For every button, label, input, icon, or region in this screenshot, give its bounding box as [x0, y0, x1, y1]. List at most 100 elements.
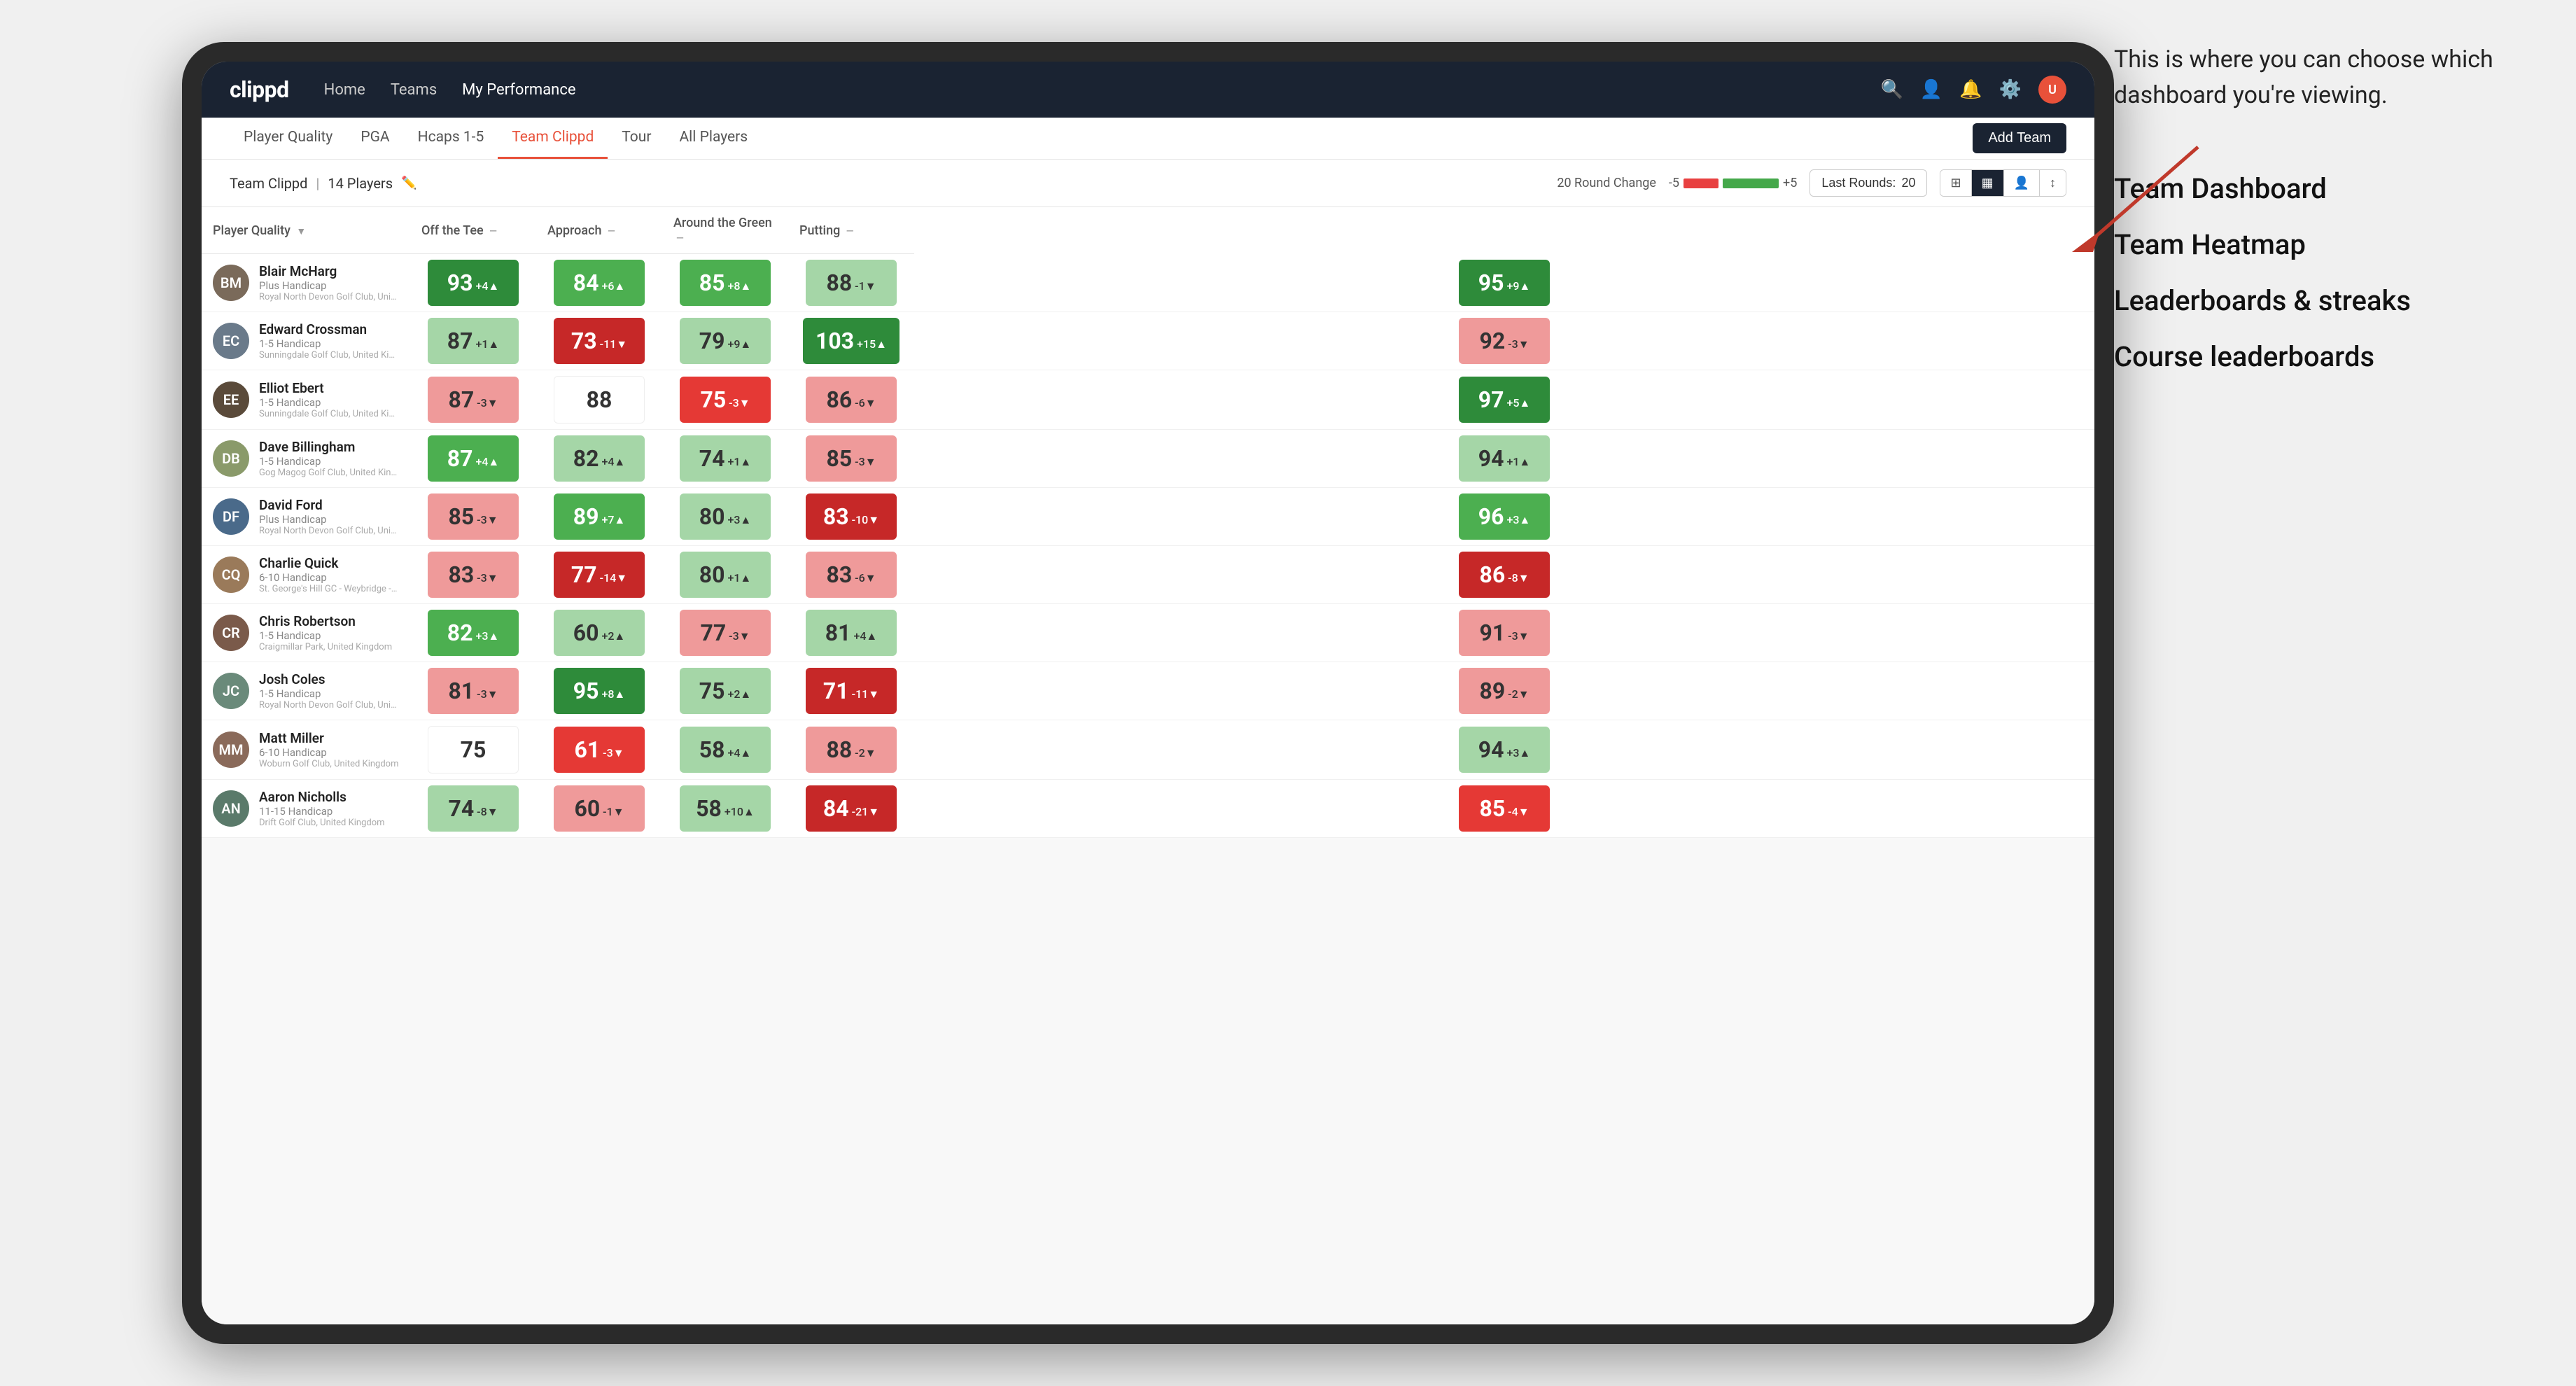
- bar-negative: [1684, 178, 1718, 188]
- stat-off-tee: 60 -1▼: [536, 780, 662, 838]
- table-row[interactable]: EC Edward Crossman 1-5 Handicap Sunningd…: [202, 312, 2094, 370]
- logo: clippd: [230, 76, 289, 103]
- stat-change: -10▼: [852, 513, 879, 530]
- stat-value: 58: [696, 795, 722, 822]
- bell-icon[interactable]: 🔔: [1959, 79, 1982, 100]
- stat-player-quality: 82 +3▲: [410, 604, 536, 662]
- tab-pgat-players[interactable]: Player Quality: [230, 118, 346, 159]
- tab-team-clippd[interactable]: Team Clippd: [498, 118, 608, 159]
- stat-box: 81 -3▼: [428, 668, 519, 714]
- stat-box: 84 +6▲: [554, 260, 645, 306]
- player-club: Sunningdale Golf Club, United Kingdom: [259, 350, 399, 360]
- table-row[interactable]: CQ Charlie Quick 6-10 Handicap St. Georg…: [202, 546, 2094, 604]
- stat-change: -1▼: [855, 279, 876, 296]
- stat-change: +9▲: [1506, 279, 1530, 296]
- last-rounds-label: Last Rounds:: [1821, 176, 1896, 190]
- tab-all-players[interactable]: All Players: [665, 118, 762, 159]
- stat-value: 95: [573, 678, 599, 704]
- last-rounds-button[interactable]: Last Rounds: 20: [1809, 169, 1927, 197]
- stat-box: 89 +7▲: [554, 493, 645, 540]
- main-content: Player Quality ▼ Off the Tee — Approach …: [202, 207, 2094, 1324]
- stat-box: 60 -1▼: [554, 785, 645, 832]
- avatar[interactable]: U: [2038, 76, 2066, 104]
- view-person-btn[interactable]: 👤: [2004, 170, 2040, 196]
- stat-player-quality: 93 +4▲: [410, 254, 536, 312]
- stat-box: 75 -3▼: [680, 377, 771, 423]
- option-leaderboards[interactable]: Leaderboards & streaks: [2114, 281, 2534, 321]
- stat-box: 81 +4▲: [806, 610, 897, 656]
- view-heatmap-btn[interactable]: ▦: [1972, 170, 2004, 196]
- tab-pga[interactable]: PGA: [346, 118, 403, 159]
- table-row[interactable]: AN Aaron Nicholls 11-15 Handicap Drift G…: [202, 780, 2094, 838]
- stat-box: 85 -4▼: [1459, 785, 1550, 832]
- stat-player-quality: 85 -3▼: [410, 488, 536, 546]
- stat-box: 94 +3▲: [1459, 727, 1550, 773]
- stat-box: 77 -3▼: [680, 610, 771, 656]
- nav-teams[interactable]: Teams: [391, 81, 437, 99]
- stat-around-green: 88 -2▼: [788, 720, 914, 780]
- table-row[interactable]: MM Matt Miller 6-10 Handicap Woburn Golf…: [202, 720, 2094, 780]
- player-name: Aaron Nicholls: [259, 789, 399, 805]
- add-team-button[interactable]: Add Team: [1973, 123, 2066, 153]
- stat-change: -14▼: [600, 571, 627, 588]
- col-header-putting: Putting —: [788, 207, 914, 254]
- stat-value: 93: [447, 270, 473, 296]
- stat-change: +4▲: [601, 455, 625, 472]
- table-row[interactable]: DB Dave Billingham 1-5 Handicap Gog Mago…: [202, 430, 2094, 488]
- stat-value: 86: [1479, 561, 1505, 588]
- stat-value: 82: [447, 620, 473, 646]
- nav-my-performance[interactable]: My Performance: [462, 81, 575, 99]
- table-row[interactable]: JC Josh Coles 1-5 Handicap Royal North D…: [202, 662, 2094, 720]
- settings-icon[interactable]: ⚙️: [1999, 79, 2022, 100]
- stat-change: -3▼: [1508, 337, 1529, 354]
- player-handicap: 6-10 Handicap: [259, 571, 399, 584]
- table-row[interactable]: CR Chris Robertson 1-5 Handicap Craigmil…: [202, 604, 2094, 662]
- tab-tour[interactable]: Tour: [608, 118, 665, 159]
- stat-box: 91 -3▼: [1459, 610, 1550, 656]
- table-row[interactable]: DF David Ford Plus Handicap Royal North …: [202, 488, 2094, 546]
- table-row[interactable]: BM Blair McHarg Plus Handicap Royal Nort…: [202, 254, 2094, 312]
- player-cell: BM Blair McHarg Plus Handicap Royal Nort…: [202, 254, 410, 312]
- option-course-leaderboards[interactable]: Course leaderboards: [2114, 337, 2534, 377]
- player-name: Elliot Ebert: [259, 380, 399, 396]
- stat-player-quality: 74 -8▼: [410, 780, 536, 838]
- player-handicap: 1-5 Handicap: [259, 396, 399, 409]
- stat-box: 77 -14▼: [554, 552, 645, 598]
- stat-value: 83: [448, 561, 474, 588]
- edit-icon[interactable]: ✏️: [401, 176, 416, 190]
- player-club: Craigmillar Park, United Kingdom: [259, 642, 399, 652]
- view-grid-btn[interactable]: ⊞: [1940, 170, 1971, 196]
- stat-change: +1▲: [727, 571, 751, 588]
- stat-value: 85: [826, 445, 852, 472]
- stat-approach: 74 +1▲: [662, 430, 788, 488]
- stat-box: 74 +1▲: [680, 435, 771, 482]
- annotation-container: This is where you can choose which dashb…: [2114, 42, 2534, 393]
- stat-value: 81: [448, 678, 474, 704]
- table-row[interactable]: EE Elliot Ebert 1-5 Handicap Sunningdale…: [202, 370, 2094, 430]
- player-club: Royal North Devon Golf Club, United King…: [259, 292, 399, 302]
- user-icon[interactable]: 👤: [1920, 79, 1942, 100]
- col-header-player: Player Quality ▼: [202, 207, 410, 254]
- stat-approach: 80 +3▲: [662, 488, 788, 546]
- stat-value: 79: [699, 328, 725, 354]
- stat-off-tee: 89 +7▲: [536, 488, 662, 546]
- player-avatar: DF: [213, 498, 249, 535]
- player-handicap: 1-5 Handicap: [259, 629, 399, 642]
- player-handicap: 1-5 Handicap: [259, 455, 399, 468]
- navbar-right: 🔍 👤 🔔 ⚙️ U: [1881, 76, 2067, 104]
- stat-value: 84: [573, 270, 599, 296]
- stat-change: -1▼: [603, 805, 624, 822]
- stat-approach: 80 +1▲: [662, 546, 788, 604]
- stat-change: +4▲: [853, 629, 877, 646]
- nav-home[interactable]: Home: [324, 81, 365, 99]
- stat-box: 80 +3▲: [680, 493, 771, 540]
- player-avatar: MM: [213, 732, 249, 768]
- player-avatar: CR: [213, 615, 249, 651]
- tab-hcaps[interactable]: Hcaps 1-5: [404, 118, 498, 159]
- player-info: Dave Billingham 1-5 Handicap Gog Magog G…: [259, 439, 399, 478]
- search-icon[interactable]: 🔍: [1881, 79, 1903, 100]
- stat-change: +3▲: [727, 513, 751, 530]
- player-info: Chris Robertson 1-5 Handicap Craigmillar…: [259, 613, 399, 652]
- stat-approach: 58 +10▲: [662, 780, 788, 838]
- player-cell: CR Chris Robertson 1-5 Handicap Craigmil…: [202, 604, 410, 662]
